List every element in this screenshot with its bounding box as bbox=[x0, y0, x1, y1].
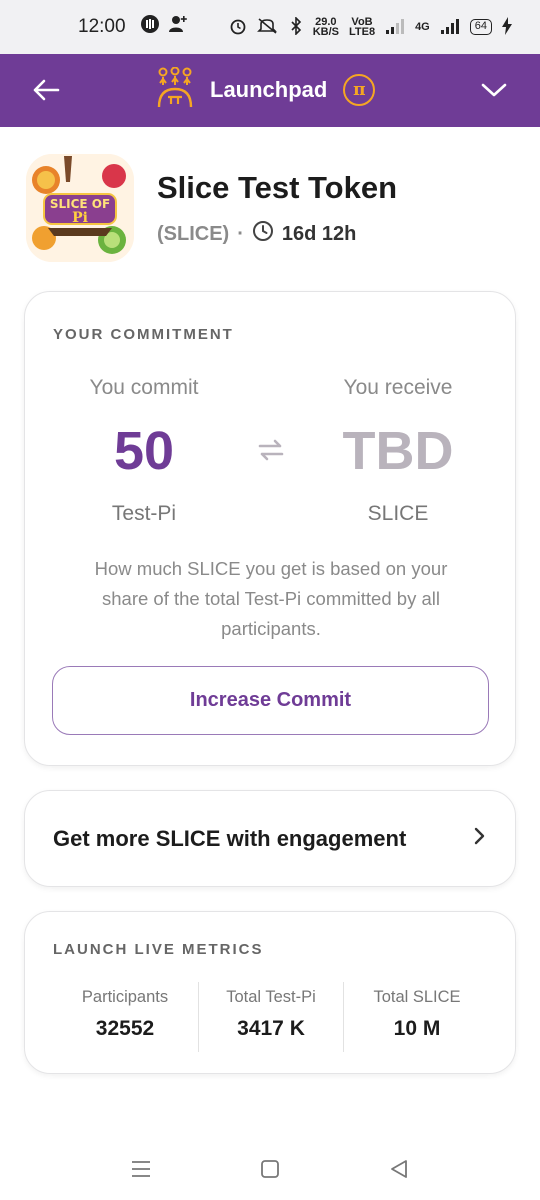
back-button[interactable] bbox=[26, 70, 66, 110]
increase-commit-button[interactable]: Increase Commit bbox=[52, 666, 489, 735]
meta-separator: · bbox=[237, 222, 244, 245]
add-user-icon bbox=[168, 14, 188, 40]
receive-label: You receive bbox=[343, 376, 453, 399]
battery-level: 64 bbox=[469, 19, 492, 35]
engagement-card[interactable]: Get more SLICE with engagement bbox=[24, 790, 516, 887]
media-icon bbox=[140, 14, 160, 40]
recents-button[interactable] bbox=[126, 1154, 156, 1184]
status-time: 12:00 bbox=[78, 16, 126, 37]
logo-text-bottom: Pi bbox=[72, 210, 88, 226]
system-navigation-bar bbox=[0, 1140, 540, 1200]
charging-icon bbox=[502, 16, 512, 38]
metric-value: 3417 K bbox=[237, 1017, 305, 1040]
home-button[interactable] bbox=[255, 1154, 285, 1184]
status-left-icons bbox=[140, 14, 188, 40]
metric-label: Total SLICE bbox=[373, 988, 461, 1006]
metric-participants: Participants 32552 bbox=[51, 988, 199, 1041]
commit-value: 50 bbox=[113, 421, 175, 481]
metric-label: Participants bbox=[81, 988, 169, 1006]
chevron-down-icon bbox=[481, 83, 507, 97]
network-4g-label: 4G bbox=[415, 21, 430, 33]
metric-label: Total Test-Pi bbox=[226, 988, 316, 1006]
commitment-section-label: YOUR COMMITMENT bbox=[53, 326, 234, 343]
back-arrow-icon bbox=[33, 79, 60, 101]
commitment-explanation: How much SLICE you get is based on your … bbox=[94, 558, 448, 639]
header-title: Launchpad bbox=[210, 77, 328, 102]
chevron-right-icon bbox=[473, 826, 487, 851]
metric-total-test-pi: Total Test-Pi 3417 K bbox=[197, 988, 345, 1041]
bluetooth-icon bbox=[289, 15, 303, 38]
receive-value: TBD bbox=[342, 421, 454, 481]
engagement-label: Get more SLICE with engagement bbox=[53, 825, 407, 851]
metric-total-slice: Total SLICE 10 M bbox=[343, 988, 491, 1041]
commitment-card: YOUR COMMITMENT You commit 50 Test-Pi Yo… bbox=[24, 291, 516, 766]
commit-unit: Test-Pi bbox=[111, 502, 177, 525]
header-menu-button[interactable] bbox=[474, 70, 514, 110]
signal-icon bbox=[385, 18, 405, 37]
alarm-icon bbox=[229, 17, 247, 38]
menu-lines-icon bbox=[132, 1161, 150, 1177]
status-right-icons: 29.0 KB/S VoB LTE8 4G 64 bbox=[229, 15, 512, 38]
token-logo: SLICE OF Pi bbox=[26, 154, 134, 262]
logo-text-top: SLICE OF bbox=[50, 197, 110, 211]
swap-arrows-icon bbox=[257, 438, 285, 467]
volte-indicator: VoB LTE8 bbox=[348, 17, 376, 38]
signal-icon-2 bbox=[440, 18, 460, 37]
lte-label: LTE8 bbox=[348, 26, 376, 38]
triangle-back-icon bbox=[391, 1160, 407, 1178]
metrics-section-label: LAUNCH LIVE METRICS bbox=[53, 941, 264, 958]
clock-icon bbox=[252, 220, 274, 248]
commit-label: You commit bbox=[89, 376, 199, 399]
metric-value: 32552 bbox=[95, 1017, 155, 1040]
pi-coin-icon: π bbox=[343, 74, 376, 106]
token-meta: (SLICE) · 16d 12h bbox=[157, 220, 356, 248]
metric-value: 10 M bbox=[393, 1017, 441, 1040]
metrics-card: LAUNCH LIVE METRICS Participants 32552 T… bbox=[24, 911, 516, 1074]
launchpad-icon bbox=[156, 66, 194, 114]
status-bar: 12:00 29.0 KB/S VoB LTE8 4G 64 bbox=[0, 0, 540, 54]
token-name: Slice Test Token bbox=[157, 170, 398, 205]
mute-icon bbox=[256, 17, 279, 38]
square-icon bbox=[261, 1160, 279, 1178]
token-symbol: (SLICE) bbox=[157, 222, 230, 245]
app-header: Launchpad π bbox=[0, 54, 540, 127]
receive-unit: SLICE bbox=[367, 502, 429, 525]
system-back-button[interactable] bbox=[384, 1154, 414, 1184]
network-speed: 29.0 KB/S bbox=[312, 17, 339, 38]
network-speed-unit: KB/S bbox=[312, 26, 339, 38]
header-center: Launchpad π bbox=[156, 64, 376, 116]
time-remaining: 16d 12h bbox=[281, 222, 357, 245]
